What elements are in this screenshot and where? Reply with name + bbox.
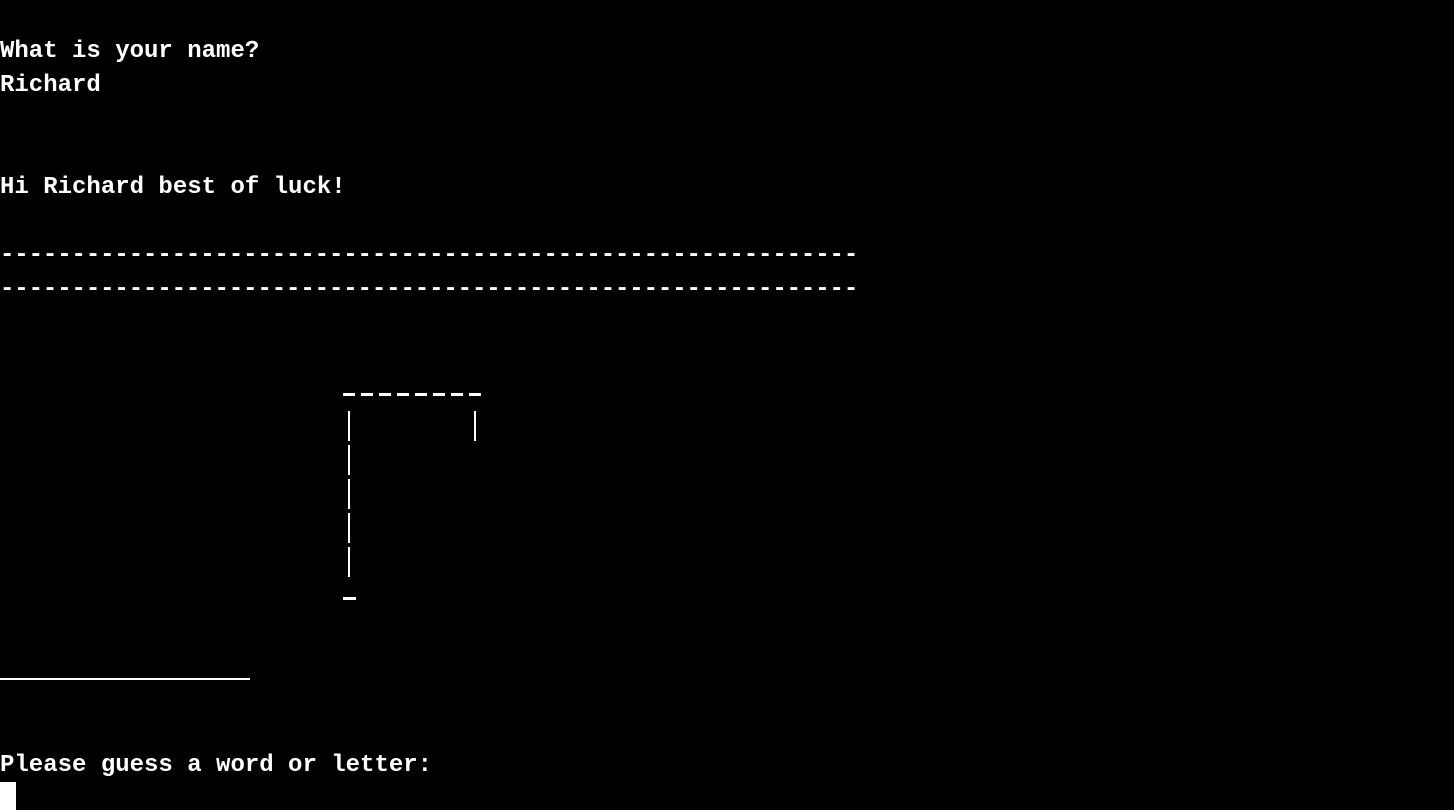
name-input-echo: Richard <box>0 72 101 99</box>
gallows-drawing <box>343 393 481 600</box>
gallows-base <box>343 597 356 600</box>
terminal-window[interactable]: What is your name? Richard Hi Richard be… <box>0 0 1454 810</box>
hangman-gallows <box>342 378 492 618</box>
greeting-message: Hi Richard best of luck! <box>0 174 346 201</box>
divider-line-bottom: ----------------------------------------… <box>0 276 859 303</box>
gallows-top-beam <box>343 393 481 396</box>
gallows-rope <box>474 411 476 441</box>
name-prompt: What is your name? <box>0 38 260 65</box>
guess-prompt: Please guess a word or letter: <box>0 752 433 779</box>
word-progress-blanks <box>0 678 250 680</box>
input-cursor[interactable] <box>0 782 16 810</box>
gallows-post <box>348 411 350 577</box>
divider-line-top: ----------------------------------------… <box>0 242 859 269</box>
